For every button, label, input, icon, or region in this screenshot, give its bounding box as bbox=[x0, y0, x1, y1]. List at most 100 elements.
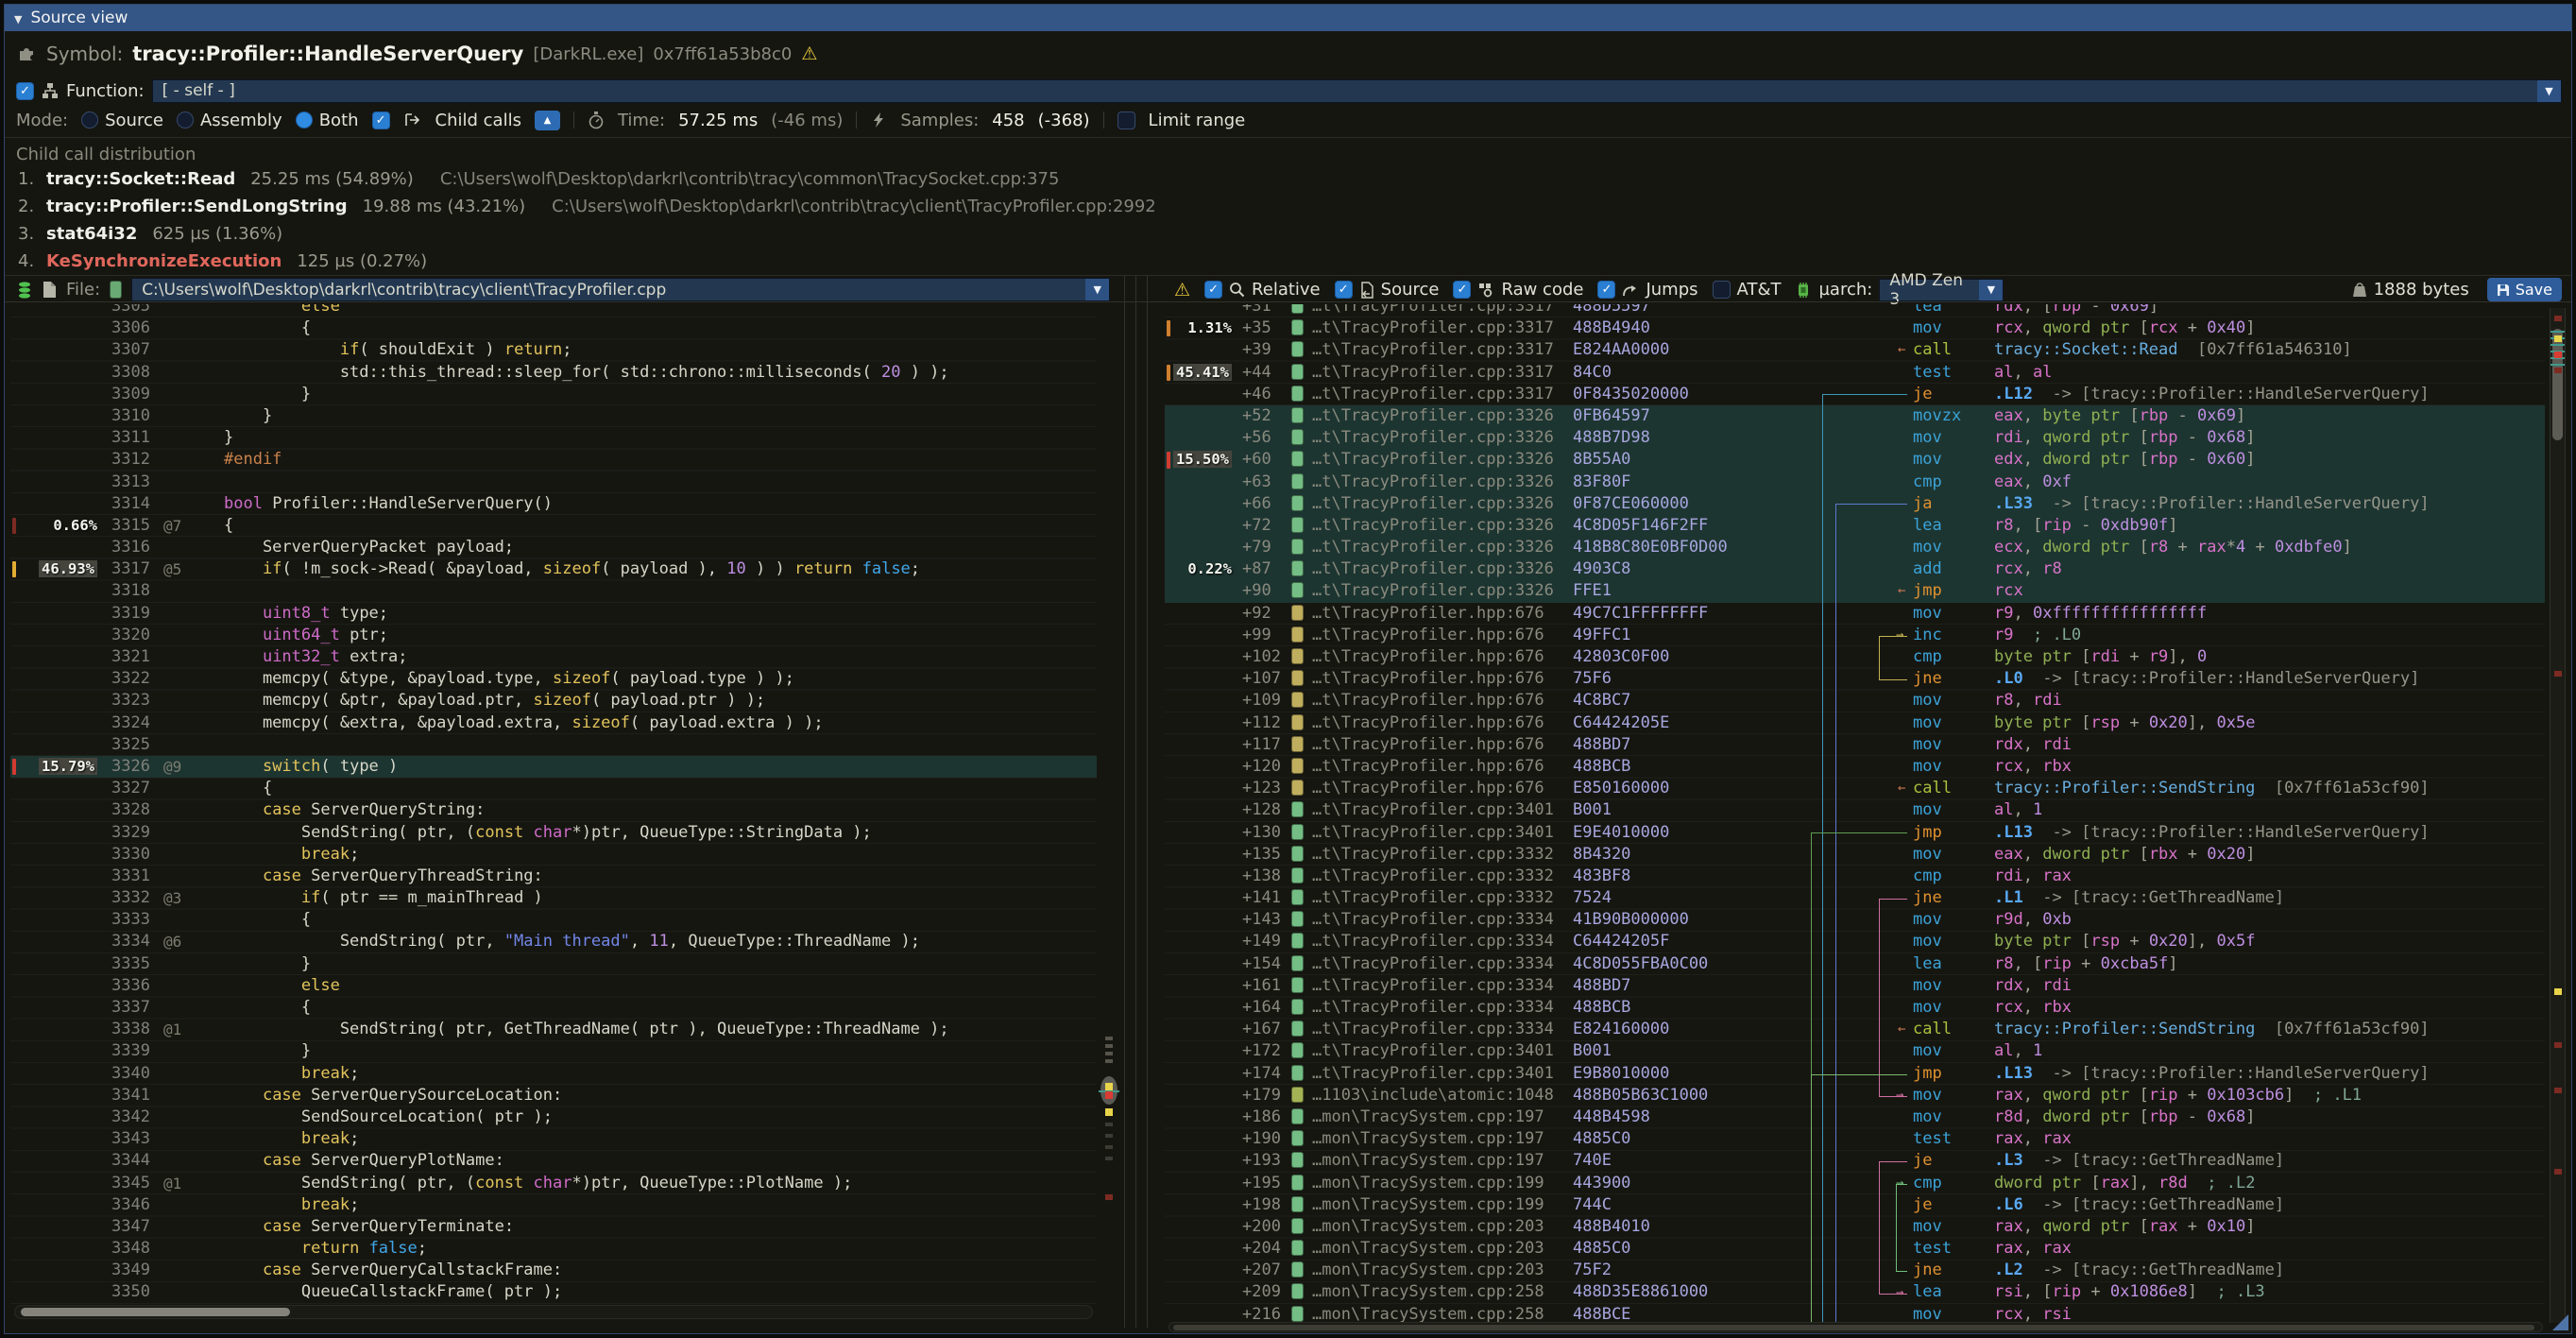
limit-range-checkbox[interactable] bbox=[1117, 112, 1135, 129]
asm-row[interactable]: +193…mon\TracySystem.cpp:197740Eje.L3 ->… bbox=[1165, 1150, 2545, 1172]
mode-both-radio[interactable]: Both bbox=[296, 111, 359, 130]
asm-row[interactable]: 1.31%+35…t\TracyProfiler.cpp:3317488B494… bbox=[1165, 317, 2545, 339]
asm-row[interactable]: +90…t\TracyProfiler.cpp:3326FFE1jmprcx bbox=[1165, 580, 2545, 602]
source-minimap-scrollbar[interactable] bbox=[1100, 308, 1119, 1306]
asm-row[interactable]: +143…t\TracyProfiler.cpp:333441B90B00000… bbox=[1165, 909, 2545, 931]
asm-row[interactable]: 0.22%+87…t\TracyProfiler.cpp:33264903C8a… bbox=[1165, 558, 2545, 580]
asm-row[interactable]: +172…t\TracyProfiler.cpp:3401B001moval, … bbox=[1165, 1040, 2545, 1062]
source-row[interactable]: 3344 case ServerQueryPlotName: bbox=[10, 1150, 1097, 1172]
asm-row[interactable]: +186…mon\TracySystem.cpp:197448B4598movr… bbox=[1165, 1106, 2545, 1128]
source-row[interactable]: 3341 case ServerQuerySourceLocation: bbox=[10, 1085, 1097, 1106]
source-row[interactable]: 3324 memcpy( &extra, &payload.extra, siz… bbox=[10, 712, 1097, 734]
collapse-triangle-icon[interactable] bbox=[14, 9, 30, 27]
asm-row[interactable]: +164…t\TracyProfiler.cpp:3334488BCBmovrc… bbox=[1165, 997, 2545, 1019]
source-row[interactable]: 3306 { bbox=[10, 317, 1097, 339]
asm-row[interactable]: +117…t\TracyProfiler.hpp:676488BD7movrdx… bbox=[1165, 734, 2545, 756]
source-row[interactable]: 3316 ServerQueryPacket payload; bbox=[10, 537, 1097, 558]
radio-icon[interactable] bbox=[81, 112, 98, 129]
asm-row[interactable]: +52…t\TracyProfiler.cpp:33260FB64597movz… bbox=[1165, 405, 2545, 427]
asm-row[interactable]: +66…t\TracyProfiler.cpp:33260F87CE060000… bbox=[1165, 493, 2545, 515]
asm-row[interactable]: +92…t\TracyProfiler.hpp:67649C7C1FFFFFFF… bbox=[1165, 603, 2545, 625]
asm-row[interactable]: +109…t\TracyProfiler.hpp:6764C8BC7movr8,… bbox=[1165, 690, 2545, 712]
file-select[interactable]: C:\Users\wolf\Desktop\darkrl\contrib\tra… bbox=[131, 278, 1110, 301]
mode-source-radio[interactable]: Source bbox=[81, 111, 163, 130]
asm-row[interactable]: +207…mon\TracySystem.cpp:20375F2jne.L2 -… bbox=[1165, 1260, 2545, 1281]
asm-row[interactable]: +99…t\TracyProfiler.hpp:67649FFC1incr9 ;… bbox=[1165, 625, 2545, 646]
source-row[interactable]: 3321 uint32_t extra; bbox=[10, 646, 1097, 668]
asm-row[interactable]: +79…t\TracyProfiler.cpp:3326418B8C80E0BF… bbox=[1165, 537, 2545, 558]
source-row[interactable]: 3311} bbox=[10, 427, 1097, 449]
source-row[interactable]: 0.66%3315@7{ bbox=[10, 515, 1097, 537]
source-row[interactable]: 3312#endif bbox=[10, 449, 1097, 471]
source-row[interactable]: 15.79%3326@9 switch( type ) bbox=[10, 756, 1097, 778]
child-call-item[interactable]: 4.KeSynchronizeExecution125 µs (0.27%) bbox=[18, 249, 427, 272]
pane-splitter[interactable] bbox=[1124, 275, 1125, 1328]
assembly-scrollbar[interactable] bbox=[2550, 308, 2566, 1323]
asm-row[interactable]: +200…mon\TracySystem.cpp:203488B4010movr… bbox=[1165, 1216, 2545, 1238]
assembly-pane[interactable]: +31…t\TracyProfiler.cpp:3317488D5597lear… bbox=[1165, 304, 2545, 1323]
pane-splitter[interactable] bbox=[1147, 275, 1148, 1328]
source-row[interactable]: 3331 case ServerQueryThreadString: bbox=[10, 866, 1097, 887]
asm-row[interactable]: +128…t\TracyProfiler.cpp:3401B001moval, … bbox=[1165, 799, 2545, 821]
source-row[interactable]: 3314bool Profiler::HandleServerQuery() bbox=[10, 493, 1097, 515]
function-dropdown-arrow-icon[interactable] bbox=[2537, 80, 2561, 102]
radio-icon[interactable] bbox=[177, 112, 194, 129]
save-button[interactable]: Save bbox=[2487, 278, 2562, 301]
raw-code-checkbox[interactable] bbox=[1453, 281, 1471, 299]
asm-row[interactable]: 15.50%+60…t\TracyProfiler.cpp:33268B55A0… bbox=[1165, 449, 2545, 471]
source-row[interactable]: 3319 uint8_t type; bbox=[10, 603, 1097, 625]
asm-row[interactable]: +39…t\TracyProfiler.cpp:3317E824AA0000ca… bbox=[1165, 339, 2545, 361]
source-row[interactable]: 3336 else bbox=[10, 975, 1097, 997]
source-toggle[interactable]: Source bbox=[1335, 280, 1440, 300]
relative-toggle[interactable]: Relative bbox=[1204, 280, 1321, 300]
source-row[interactable]: 3308 std::this_thread::sleep_for( std::c… bbox=[10, 362, 1097, 384]
source-row[interactable]: 3322 memcpy( &type, &payload.type, sizeo… bbox=[10, 668, 1097, 690]
asm-row[interactable]: +56…t\TracyProfiler.cpp:3326488B7D98movr… bbox=[1165, 427, 2545, 449]
asm-row[interactable]: +112…t\TracyProfiler.hpp:676C64424205Emo… bbox=[1165, 712, 2545, 734]
child-call-item[interactable]: 1.tracy::Socket::Read25.25 ms (54.89%)C:… bbox=[18, 167, 1059, 190]
asm-row[interactable]: +195…mon\TracySystem.cpp:199443900cmpdwo… bbox=[1165, 1173, 2545, 1194]
asm-row[interactable]: +141…t\TracyProfiler.cpp:33327524jne.L1 … bbox=[1165, 887, 2545, 909]
asm-row[interactable]: +149…t\TracyProfiler.cpp:3334C64424205Fm… bbox=[1165, 931, 2545, 952]
pane-splitter[interactable] bbox=[1135, 275, 1136, 1328]
source-hscrollbar-thumb[interactable] bbox=[21, 1308, 290, 1316]
asm-row[interactable]: +198…mon\TracySystem.cpp:199744Cje.L6 ->… bbox=[1165, 1194, 2545, 1216]
file-dropdown-arrow-icon[interactable] bbox=[1085, 279, 1109, 300]
source-checkbox[interactable] bbox=[1335, 281, 1353, 299]
asm-row[interactable]: +120…t\TracyProfiler.hpp:676488BCBmovrcx… bbox=[1165, 756, 2545, 778]
source-row[interactable]: 3338@1 SendString( ptr, GetThreadName( p… bbox=[10, 1019, 1097, 1040]
source-row[interactable]: 3349 case ServerQueryCallstackFrame: bbox=[10, 1260, 1097, 1281]
source-row[interactable]: 3333 { bbox=[10, 909, 1097, 931]
source-row[interactable]: 3332@3 if( ptr == m_mainThread ) bbox=[10, 887, 1097, 909]
asm-row[interactable]: +216…mon\TracySystem.cpp:258488BCEmovrcx… bbox=[1165, 1304, 2545, 1323]
source-row[interactable]: 3342 SendSourceLocation( ptr ); bbox=[10, 1106, 1097, 1128]
asm-row[interactable]: +204…mon\TracySystem.cpp:2034885C0testra… bbox=[1165, 1238, 2545, 1260]
asm-row[interactable]: 45.41%+44…t\TracyProfiler.cpp:331784C0te… bbox=[1165, 362, 2545, 384]
asm-row[interactable]: +135…t\TracyProfiler.cpp:33328B4320movea… bbox=[1165, 844, 2545, 866]
radio-selected-icon[interactable] bbox=[296, 112, 313, 129]
relative-checkbox[interactable] bbox=[1204, 281, 1222, 299]
source-row[interactable]: 3346 break; bbox=[10, 1194, 1097, 1216]
assembly-hscrollbar-thumb[interactable] bbox=[1173, 1325, 2534, 1330]
att-checkbox[interactable] bbox=[1713, 281, 1731, 299]
source-row[interactable]: 3327 { bbox=[10, 778, 1097, 799]
source-row[interactable]: 3323 memcpy( &ptr, &payload.ptr, sizeof(… bbox=[10, 690, 1097, 712]
asm-row[interactable]: +174…t\TracyProfiler.cpp:3401E9B8010000j… bbox=[1165, 1063, 2545, 1085]
source-row[interactable]: 3339 } bbox=[10, 1040, 1097, 1062]
child-calls-checkbox[interactable] bbox=[372, 112, 390, 129]
asm-row[interactable]: +138…t\TracyProfiler.cpp:3332483BF8cmprd… bbox=[1165, 866, 2545, 887]
asm-row[interactable]: +72…t\TracyProfiler.cpp:33264C8D05F146F2… bbox=[1165, 515, 2545, 537]
asm-row[interactable]: +31…t\TracyProfiler.cpp:3317488D5597lear… bbox=[1165, 304, 2545, 317]
source-row[interactable]: 3305 else bbox=[10, 304, 1097, 317]
raw-code-toggle[interactable]: Raw code bbox=[1453, 280, 1583, 300]
function-checkbox[interactable] bbox=[16, 82, 34, 100]
asm-row[interactable]: +154…t\TracyProfiler.cpp:33344C8D055FBA0… bbox=[1165, 953, 2545, 975]
source-row[interactable]: 3345@1 SendString( ptr, (const char*)ptr… bbox=[10, 1173, 1097, 1194]
source-row[interactable]: 3328 case ServerQueryString: bbox=[10, 799, 1097, 821]
source-row[interactable]: 3348 return false; bbox=[10, 1238, 1097, 1260]
source-row[interactable]: 3313 bbox=[10, 472, 1097, 493]
march-dropdown-arrow-icon[interactable] bbox=[1979, 280, 2003, 300]
source-row[interactable]: 3309 } bbox=[10, 384, 1097, 405]
asm-row[interactable]: +209…mon\TracySystem.cpp:258488D35E88610… bbox=[1165, 1281, 2545, 1303]
asm-row[interactable]: +46…t\TracyProfiler.cpp:33170F8435020000… bbox=[1165, 384, 2545, 405]
